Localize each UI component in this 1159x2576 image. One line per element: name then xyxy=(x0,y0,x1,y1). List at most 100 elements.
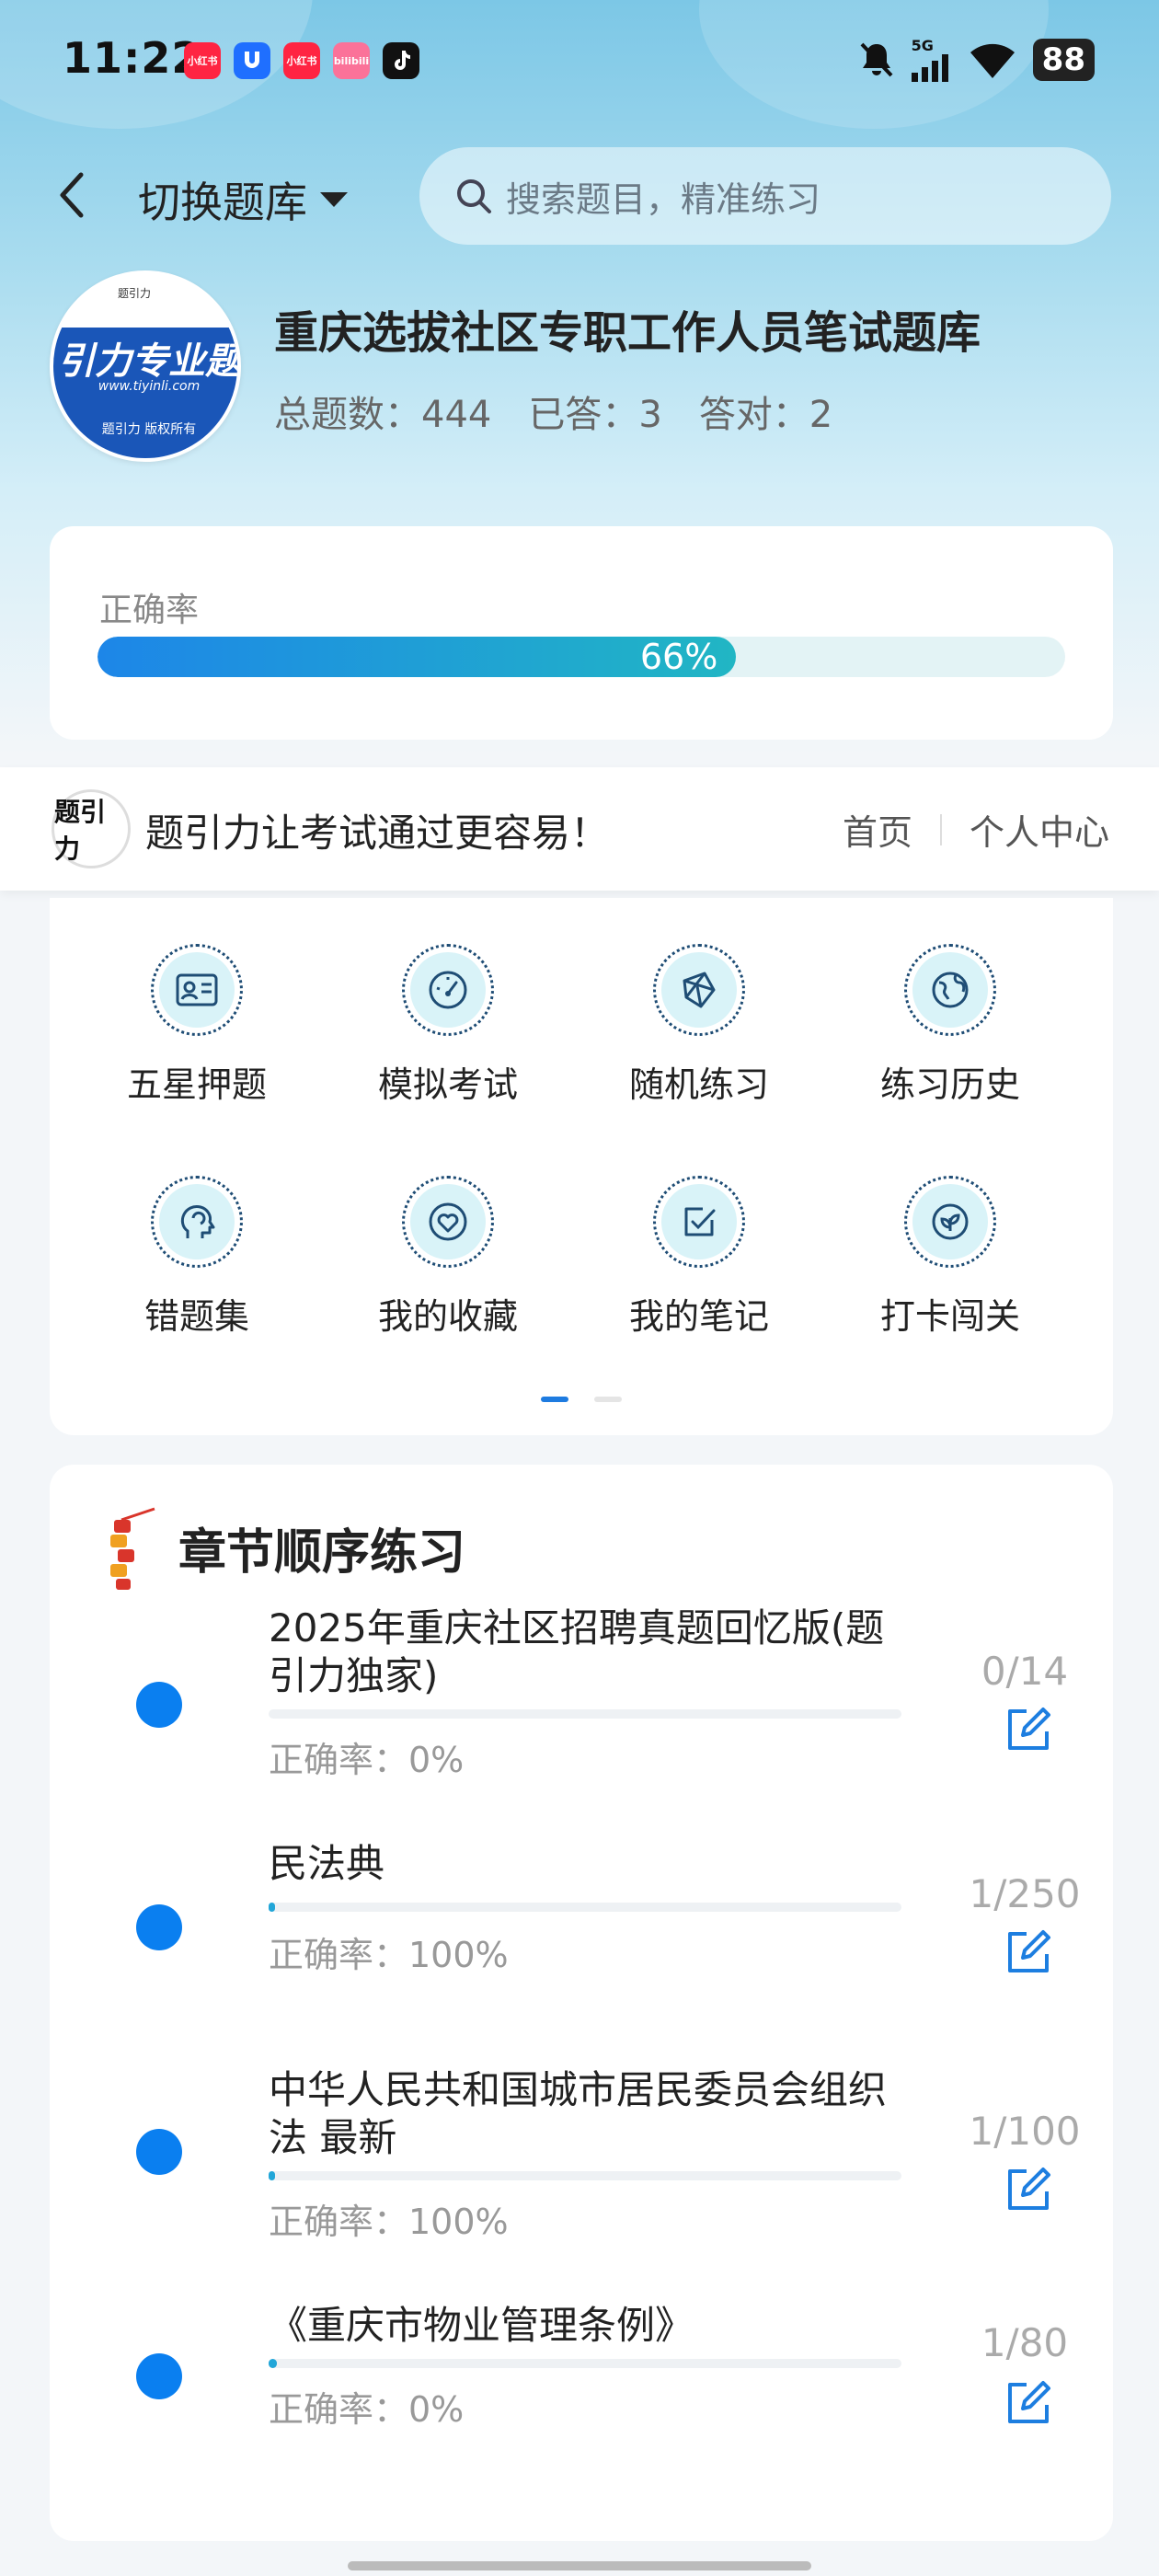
logo-mini-text: 题引力 xyxy=(118,287,152,300)
nav-divider xyxy=(939,813,942,845)
logo-url: www.tiyinli.com xyxy=(98,379,201,394)
globe-icon xyxy=(932,972,969,1008)
chapter-accuracy: 正确率：100% xyxy=(269,1935,509,1975)
total-questions: 总题数：444 xyxy=(274,394,492,436)
wifi-connect-app-icon xyxy=(234,42,270,79)
chapter-bullet xyxy=(136,2129,182,2175)
chapter-accuracy: 正确率：0% xyxy=(269,1740,465,1780)
accuracy-percent: 66% xyxy=(639,637,718,677)
feature-label: 我的收藏 xyxy=(377,1296,518,1337)
chapter-name: 《重庆市物业管理条例》 xyxy=(269,2303,694,2348)
status-time: 11:22 xyxy=(63,33,202,83)
edit-icon[interactable] xyxy=(1003,2377,1054,2429)
head-icon xyxy=(180,1205,215,1238)
heart-icon xyxy=(429,1202,467,1241)
brand-slogan: 题引力让考试通过更容易！ xyxy=(145,811,610,856)
feature-check-in[interactable]: 打卡闯关 xyxy=(840,1176,1061,1341)
logo-big-text: 引力专业题 xyxy=(58,340,241,383)
mute-bell-icon xyxy=(860,42,893,76)
chapter-progress-bar xyxy=(269,2171,901,2180)
chapter-bullet xyxy=(136,2353,182,2399)
brand-banner: 题引力 题引力让考试通过更容易！ 首页 个人中心 xyxy=(0,767,1159,891)
answered-count: 已答：3 xyxy=(528,394,662,436)
feature-label: 五星押题 xyxy=(126,1064,267,1105)
chapter-progress-fill xyxy=(269,2359,277,2368)
checkbox-icon xyxy=(684,1207,716,1236)
status-bar: 11:22 小红书 小红书 bilibili 5G 88 xyxy=(0,0,1159,129)
bank-title: 重庆选拔社区专职工作人员笔试题库 xyxy=(274,307,981,359)
network-icon xyxy=(683,972,716,1008)
page-dot-active[interactable] xyxy=(541,1397,568,1402)
chapter-section-title: 章节顺序练习 xyxy=(178,1524,466,1581)
feature-wrong-questions[interactable]: 错题集 xyxy=(86,1176,307,1341)
chapter-bullet xyxy=(136,1682,182,1728)
chapter-name: 民法典 xyxy=(269,1841,385,1886)
feature-label: 我的笔记 xyxy=(628,1296,769,1337)
accuracy-label: 正确率 xyxy=(99,592,200,629)
feature-label: 打卡闯关 xyxy=(879,1296,1020,1337)
notification-app-icons: 小红书 小红书 bilibili xyxy=(184,42,419,79)
banner-nav: 首页 个人中心 xyxy=(843,804,1109,855)
gauge-icon xyxy=(429,971,467,1009)
leaf-icon xyxy=(932,1203,969,1240)
chapter-progress-fill xyxy=(269,1903,275,1912)
correct-count: 答对：2 xyxy=(698,394,833,436)
feature-label: 错题集 xyxy=(143,1296,249,1337)
chapter-practice-card: 章节顺序练习 2025年重庆社区招聘真题回忆版(题引力独家) 正确率：0% 0/… xyxy=(50,1465,1113,2541)
feature-mock-exam[interactable]: 模拟考试 xyxy=(338,944,558,1110)
chapter-progress-bar xyxy=(269,2359,901,2368)
feature-notes[interactable]: 我的笔记 xyxy=(589,1176,809,1341)
search-placeholder: 搜索题目，精准练习 xyxy=(506,178,821,220)
edit-icon[interactable] xyxy=(1003,2164,1054,2215)
brand-logo: 题引力 xyxy=(52,789,131,868)
battery-indicator: 88 xyxy=(1032,38,1095,81)
xiaohongshu-app-icon: 小红书 xyxy=(184,42,221,79)
bank-logo: 题引力 引力专业题 www.tiyinli.com 题引力 版权所有 xyxy=(50,270,241,462)
feature-label: 随机练习 xyxy=(628,1064,769,1105)
chapter-progress-bar xyxy=(269,1709,901,1719)
back-arrow-icon[interactable] xyxy=(53,167,90,223)
tiktok-app-icon xyxy=(383,42,419,79)
cellular-signal-icon: 5G xyxy=(911,37,952,82)
chapter-count: 1/250 xyxy=(969,1871,1081,1916)
chapter-accuracy: 正确率：100% xyxy=(269,2202,509,2242)
chapter-count: 1/80 xyxy=(981,2320,1069,2365)
chapter-count: 1/100 xyxy=(969,2109,1081,2154)
chapter-name: 2025年重庆社区招聘真题回忆版(题引力独家) xyxy=(269,1605,885,1698)
chapter-progress-bar xyxy=(269,1903,901,1912)
accuracy-progress-bar: 66% xyxy=(98,637,1065,677)
system-status-icons: 5G 88 xyxy=(858,37,1095,82)
chapter-bullet xyxy=(136,1904,182,1950)
bank-stats: 总题数：444 已答：3 答对：2 xyxy=(274,385,832,438)
page-dot[interactable] xyxy=(594,1397,622,1402)
page-indicator xyxy=(541,1397,622,1402)
feature-label: 模拟考试 xyxy=(377,1064,518,1105)
accuracy-card: 正确率 66% xyxy=(50,526,1113,740)
logo-copyright: 题引力 版权所有 xyxy=(53,412,237,458)
switch-bank-label: 切换题库 xyxy=(138,178,307,227)
chapter-name: 中华人民共和国城市居民委员会组织法 最新 xyxy=(269,2067,888,2160)
chapter-progress-fill xyxy=(269,2171,275,2180)
feature-random-practice[interactable]: 随机练习 xyxy=(589,944,809,1110)
switch-bank-button[interactable]: 切换题库 xyxy=(138,169,350,230)
edit-icon[interactable] xyxy=(1003,1704,1054,1755)
wifi-icon xyxy=(970,43,1015,78)
feature-favorites[interactable]: 我的收藏 xyxy=(338,1176,558,1341)
xiaohongshu-app-icon: 小红书 xyxy=(283,42,320,79)
chapter-accuracy: 正确率：0% xyxy=(269,2389,465,2430)
firecracker-icon xyxy=(110,1507,155,1590)
feature-grid: 五星押题 模拟考试 随机练习 练习历史 错题集 我的收藏 我的笔记 打卡闯关 xyxy=(50,898,1113,1435)
chapter-count: 0/14 xyxy=(981,1649,1069,1694)
search-input[interactable]: 搜索题目，精准练习 xyxy=(419,147,1111,245)
feature-five-star[interactable]: 五星押题 xyxy=(86,944,307,1110)
edit-icon[interactable] xyxy=(1003,1926,1054,1978)
search-icon xyxy=(457,179,491,213)
feature-label: 练习历史 xyxy=(879,1064,1020,1105)
profile-link[interactable]: 个人中心 xyxy=(970,804,1109,855)
feature-practice-history[interactable]: 练习历史 xyxy=(840,944,1061,1110)
id-card-icon xyxy=(176,973,218,1006)
bilibili-app-icon: bilibili xyxy=(333,42,370,79)
home-link[interactable]: 首页 xyxy=(843,804,912,855)
home-indicator[interactable] xyxy=(348,2561,811,2570)
caret-down-icon xyxy=(320,192,348,207)
